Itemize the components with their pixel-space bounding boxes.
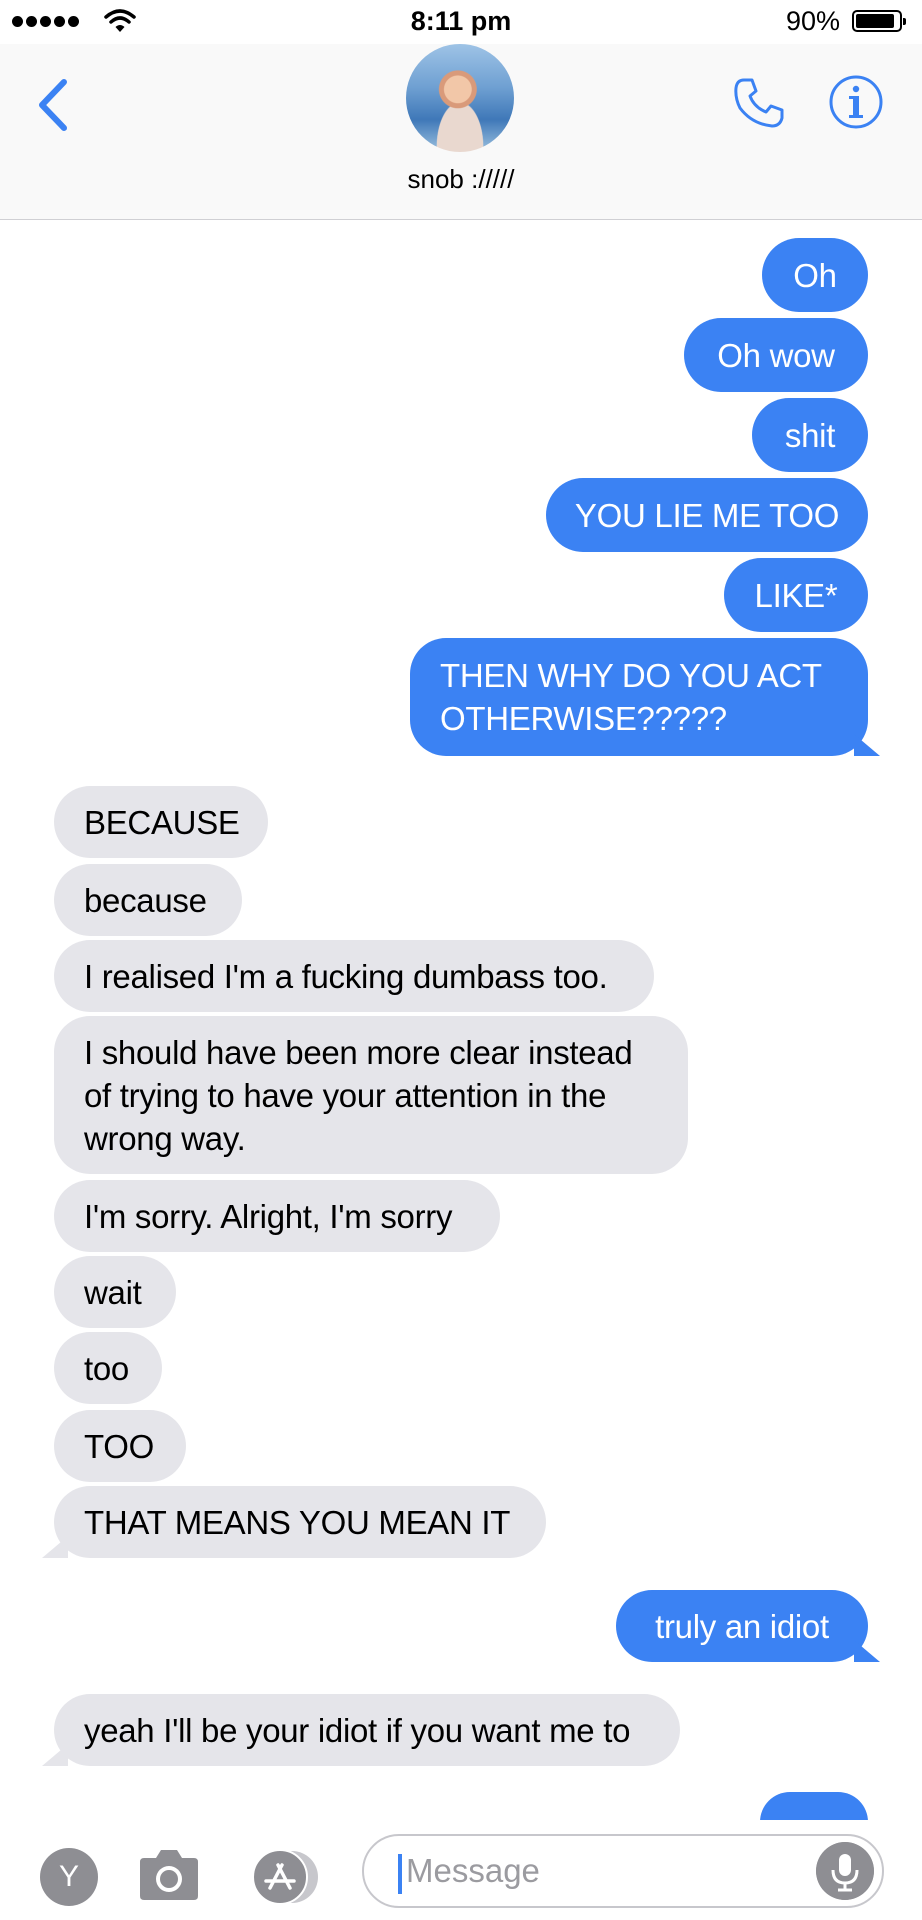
- text-caret: [398, 1854, 402, 1894]
- message-bubble-received[interactable]: because: [54, 864, 242, 936]
- message-bubble-sent[interactable]: LIKE*: [724, 558, 868, 632]
- message-bubble-received[interactable]: I should have been more clear instead of…: [54, 1016, 688, 1174]
- message-bubble-received[interactable]: TOO: [54, 1410, 186, 1482]
- message-bubble-sent[interactable]: Oh: [762, 238, 868, 312]
- conversation-header: snob ://///: [0, 44, 922, 220]
- app-store-icon[interactable]: [248, 1848, 326, 1906]
- back-chevron-icon[interactable]: [28, 70, 78, 140]
- status-bar: 8:11 pm 90%: [0, 0, 922, 44]
- message-bubble-partial: [760, 1792, 868, 1822]
- camera-icon[interactable]: [136, 1846, 202, 1904]
- battery-icon: [852, 10, 906, 32]
- contact-avatar[interactable]: [406, 44, 514, 152]
- message-bubble-sent[interactable]: YOU LIE ME TOO: [546, 478, 868, 552]
- message-bubble-sent[interactable]: truly an idiot: [616, 1590, 868, 1662]
- battery-percent: 90%: [785, 6, 840, 36]
- message-bubble-sent[interactable]: THEN WHY DO YOU ACT OTHERWISE?????: [410, 638, 868, 756]
- info-icon[interactable]: [828, 74, 884, 130]
- message-bubble-received[interactable]: BECAUSE: [54, 786, 268, 858]
- phone-icon[interactable]: [730, 74, 788, 132]
- message-bubble-received[interactable]: I realised I'm a fucking dumbass too.: [54, 940, 654, 1012]
- message-bubble-received[interactable]: THAT MEANS YOU MEAN IT: [54, 1486, 546, 1558]
- microphone-icon[interactable]: [816, 1842, 874, 1900]
- message-composer: Y Message: [0, 1820, 922, 1920]
- message-bubble-received[interactable]: I'm sorry. Alright, I'm sorry: [54, 1180, 500, 1252]
- message-input[interactable]: Message: [362, 1834, 884, 1908]
- message-bubble-sent[interactable]: shit: [752, 398, 868, 472]
- message-bubble-received[interactable]: too: [54, 1332, 162, 1404]
- status-time: 8:11 pm: [410, 6, 512, 36]
- app-y-button[interactable]: Y: [40, 1848, 98, 1906]
- message-bubble-received[interactable]: wait: [54, 1256, 176, 1328]
- contact-name[interactable]: snob ://///: [0, 164, 922, 195]
- message-placeholder: Message: [406, 1852, 540, 1889]
- message-bubble-received[interactable]: yeah I'll be your idiot if you want me t…: [54, 1694, 680, 1766]
- message-bubble-sent[interactable]: Oh wow: [684, 318, 868, 392]
